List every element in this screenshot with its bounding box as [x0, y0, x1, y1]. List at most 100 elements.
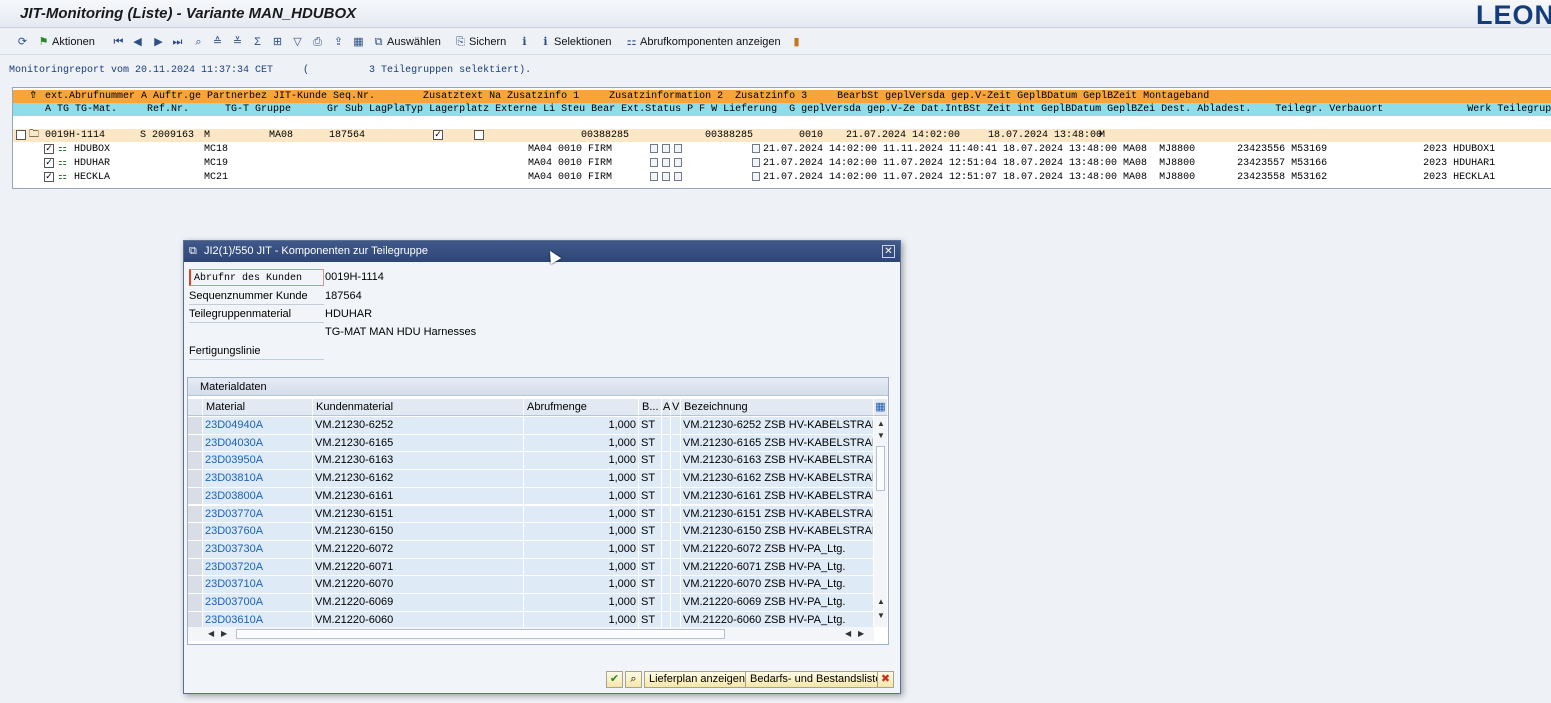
scroll-right-icon[interactable]: ▶ — [221, 629, 227, 638]
col-b[interactable]: B... — [639, 399, 662, 416]
row-selector[interactable] — [188, 523, 203, 541]
table-row[interactable]: 23D04940A VM.21230-6252 1,000 ST VM.21230-62… — [188, 417, 874, 435]
material-cell[interactable]: 23D03700A — [203, 594, 313, 612]
table-row[interactable]: 23D03760A VM.21230-6150 1,000 ST VM.21230-61… — [188, 523, 874, 541]
col-v[interactable]: V — [671, 399, 681, 416]
montageband-cell: M — [1099, 130, 1106, 141]
row-selector[interactable] — [188, 470, 203, 488]
chart-button[interactable]: ▮ — [790, 33, 805, 51]
row-selector[interactable] — [188, 594, 203, 612]
print-button[interactable]: ⎙ — [311, 33, 326, 51]
bedarfsliste-button[interactable]: Bedarfs- und Bestandsliste — [745, 671, 887, 688]
abrufkomponenten-button[interactable]: ⚏ Abrufkomponenten anzeigen — [625, 33, 781, 51]
row-selector[interactable] — [188, 540, 203, 559]
prev-page-button[interactable]: ◀ — [131, 33, 146, 51]
chart-icon: ▮ — [793, 35, 800, 48]
row-selector[interactable] — [188, 487, 203, 506]
row-selector[interactable] — [188, 417, 203, 435]
scroll-left-icon[interactable]: ◀ — [208, 629, 214, 638]
table-row[interactable]: 23D03720A VM.21220-6071 1,000 ST VM.21220-60… — [188, 558, 874, 577]
aktionen-button[interactable]: ⚑ Aktionen — [37, 33, 95, 51]
table-row[interactable]: 23D03700A VM.21220-6069 1,000 ST VM.21220-60… — [188, 594, 874, 612]
material-cell[interactable]: 23D03950A — [203, 452, 313, 471]
export-button[interactable]: ⇪ — [332, 33, 347, 51]
last-page-button[interactable]: ⏭ — [171, 33, 186, 51]
scroll-up-icon[interactable]: ▲ — [877, 419, 885, 428]
vertical-scroll-thumb[interactable] — [876, 446, 885, 491]
list-row-heckla[interactable]: ✓ ⚏ HECKLA MC21 MA04 0010 FIRM 21.07.202… — [13, 171, 1551, 184]
info-button[interactable]: ℹ — [518, 33, 533, 51]
confirm-button[interactable]: ✔ — [606, 671, 623, 688]
col-a[interactable]: A — [662, 399, 671, 416]
material-cell[interactable]: 23D04030A — [203, 434, 313, 453]
abrufkomponenten-label: Abrufkomponenten anzeigen — [640, 36, 781, 48]
table-row[interactable]: 23D03950A VM.21230-6163 1,000 ST VM.21230-61… — [188, 452, 874, 471]
material-cell[interactable]: 23D03800A — [203, 487, 313, 506]
auswaehlen-label: Auswählen — [387, 36, 441, 48]
row-selector[interactable] — [188, 434, 203, 453]
sum-button[interactable]: Σ — [251, 33, 266, 51]
cancel-button[interactable]: ✖ — [877, 671, 894, 688]
selektionen-button[interactable]: ℹ Selektionen — [539, 33, 611, 51]
bezeichnung-cell: VM.21230-6162 ZSB HV-KABELSTRANG — [681, 470, 874, 488]
material-cell[interactable]: 23D03760A — [203, 523, 313, 541]
horizontal-scrollbar[interactable]: ◀ ▶ ◀ ▶ — [188, 627, 874, 641]
col-kundenmaterial[interactable]: Kundenmaterial — [313, 399, 524, 416]
material-cell[interactable]: 23D03770A — [203, 505, 313, 524]
sichern-button[interactable]: ⎘ Sichern — [454, 33, 506, 51]
row-checkbox[interactable]: ✓ — [44, 158, 54, 168]
col-bezeichnung[interactable]: Bezeichnung — [681, 399, 874, 416]
row-selector[interactable] — [188, 452, 203, 471]
material-cell[interactable]: 23D04940A — [203, 417, 313, 435]
first-page-button[interactable]: ⏮ — [112, 33, 127, 51]
material-cell[interactable]: 23D03810A — [203, 470, 313, 488]
dialog-title-bar[interactable]: ⧉ JI2(1)/550 JIT - Komponenten zur Teile… — [184, 241, 900, 262]
row-selector[interactable] — [188, 576, 203, 594]
next-page-button[interactable]: ▶ — [152, 33, 167, 51]
material-cell[interactable]: 23D03730A — [203, 540, 313, 559]
material-cell[interactable]: 23D03710A — [203, 576, 313, 594]
page-right-icon[interactable]: ▶ — [858, 629, 864, 638]
table-row[interactable]: 23D03770A VM.21230-6151 1,000 ST VM.21230-61… — [188, 505, 874, 524]
sort-asc-button[interactable]: ≙ — [211, 33, 226, 51]
sort-desc-button[interactable]: ≚ — [231, 33, 246, 51]
table-row[interactable]: 23D04030A VM.21230-6165 1,000 ST VM.21230-61… — [188, 434, 874, 453]
refresh-button[interactable]: ⟳ — [16, 33, 31, 51]
vertical-scrollbar[interactable]: ▲ ▼ ▲ ▼ — [874, 417, 887, 627]
page-up-icon[interactable]: ▲ — [877, 597, 885, 606]
row-checkbox[interactable] — [16, 130, 26, 140]
horizontal-scroll-thumb[interactable] — [236, 629, 725, 639]
row-selector[interactable] — [188, 558, 203, 577]
externe-checkbox[interactable] — [474, 130, 484, 140]
col-abrufmenge[interactable]: Abrufmenge — [524, 399, 639, 416]
list-row-hduhar[interactable]: ✓ ⚏ HDUHAR MC19 MA04 0010 FIRM 21.07.202… — [13, 157, 1551, 170]
table-row[interactable]: 23D03810A VM.21230-6162 1,000 ST VM.21230-61… — [188, 470, 874, 488]
layout-button[interactable]: ▦ — [352, 33, 367, 51]
folder-icon[interactable]: 🗀 — [29, 129, 39, 142]
lieferplan-button[interactable]: Lieferplan anzeigen — [644, 671, 751, 688]
row-checkbox[interactable]: ✓ — [44, 172, 54, 182]
table-row[interactable]: 23D03730A VM.21220-6072 1,000 ST VM.21220-60… — [188, 540, 874, 559]
filter-button[interactable]: ▽ — [291, 33, 306, 51]
abrufmenge-cell: 1,000 — [524, 417, 639, 435]
page-down-icon[interactable]: ▼ — [877, 611, 885, 620]
close-icon[interactable]: ✕ — [882, 245, 895, 258]
scroll-down-icon[interactable]: ▼ — [877, 431, 885, 440]
find-button[interactable]: ⌕ — [192, 33, 207, 51]
row-selector[interactable] — [188, 505, 203, 524]
row-checkbox[interactable]: ✓ — [44, 144, 54, 154]
table-row[interactable]: 23D03800A VM.21230-6161 1,000 ST VM.21230-61… — [188, 487, 874, 506]
parent-row[interactable]: 🗀 0019H-1114 S 2009163 M MA08 187564 ✓ 0… — [13, 129, 1551, 142]
material-cell[interactable]: 23D03720A — [203, 558, 313, 577]
list-row-hdubox[interactable]: ✓ ⚏ HDUBOX MC18 MA04 0010 FIRM 21.07.202… — [13, 143, 1551, 156]
subtotal-button[interactable]: ⊞ — [271, 33, 286, 51]
zoom-button[interactable]: ⌕ — [625, 671, 642, 688]
expand-icon[interactable]: ⇮ — [29, 90, 37, 103]
table-row[interactable]: 23D03710A VM.21220-6070 1,000 ST VM.21220-60… — [188, 576, 874, 594]
layout-settings-icon[interactable]: ▦ — [874, 399, 888, 416]
page-left-icon[interactable]: ◀ — [845, 629, 851, 638]
auswaehlen-button[interactable]: ⧉ Auswählen — [372, 33, 441, 51]
col-material[interactable]: Material — [203, 399, 313, 416]
lagerplatz-checkbox[interactable]: ✓ — [433, 130, 443, 140]
row-selector-header[interactable] — [188, 399, 203, 416]
